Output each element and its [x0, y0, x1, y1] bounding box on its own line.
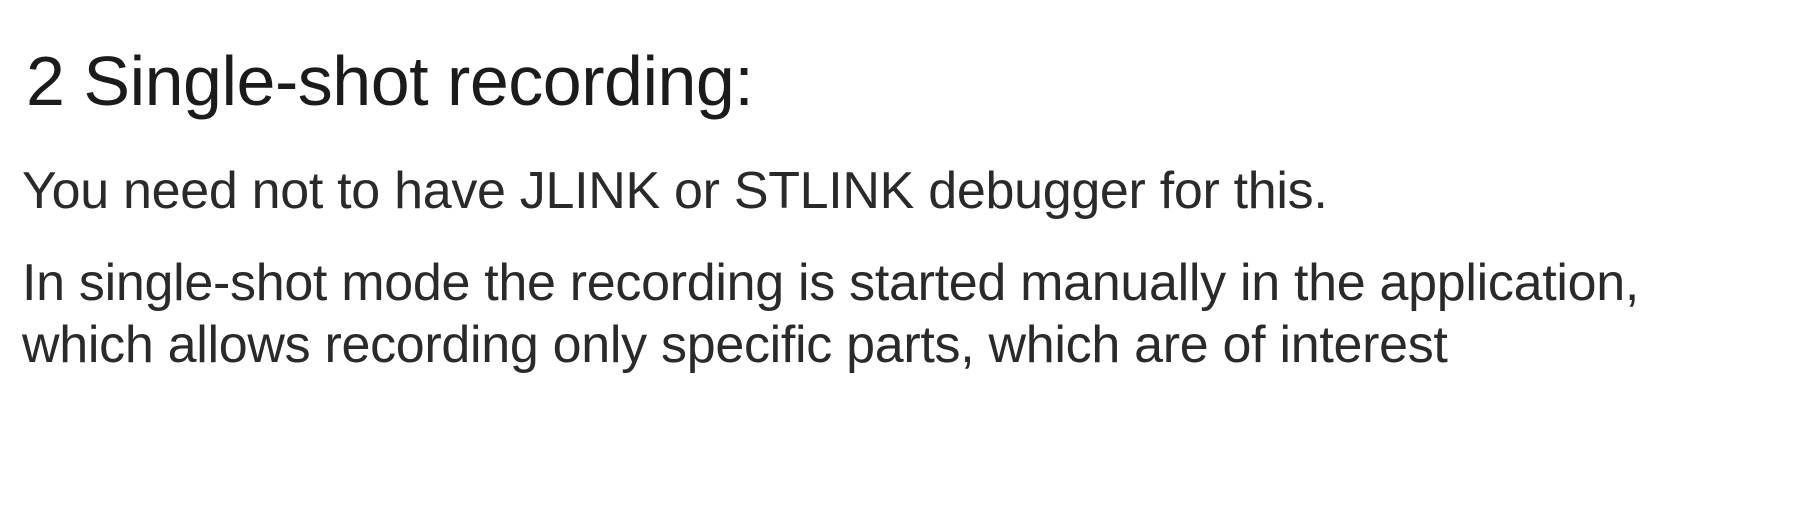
slide-title: 2 Single-shot recording:	[26, 42, 754, 120]
body-paragraph-debugger-note: You need not to have JLINK or STLINK deb…	[22, 162, 1328, 220]
slide-body: You need not to have JLINK or STLINK deb…	[22, 160, 1762, 376]
body-paragraph-single-shot-description: In single-shot mode the recording is sta…	[22, 254, 1640, 374]
slide: 2 Single-shot recording: You need not to…	[0, 0, 1808, 528]
